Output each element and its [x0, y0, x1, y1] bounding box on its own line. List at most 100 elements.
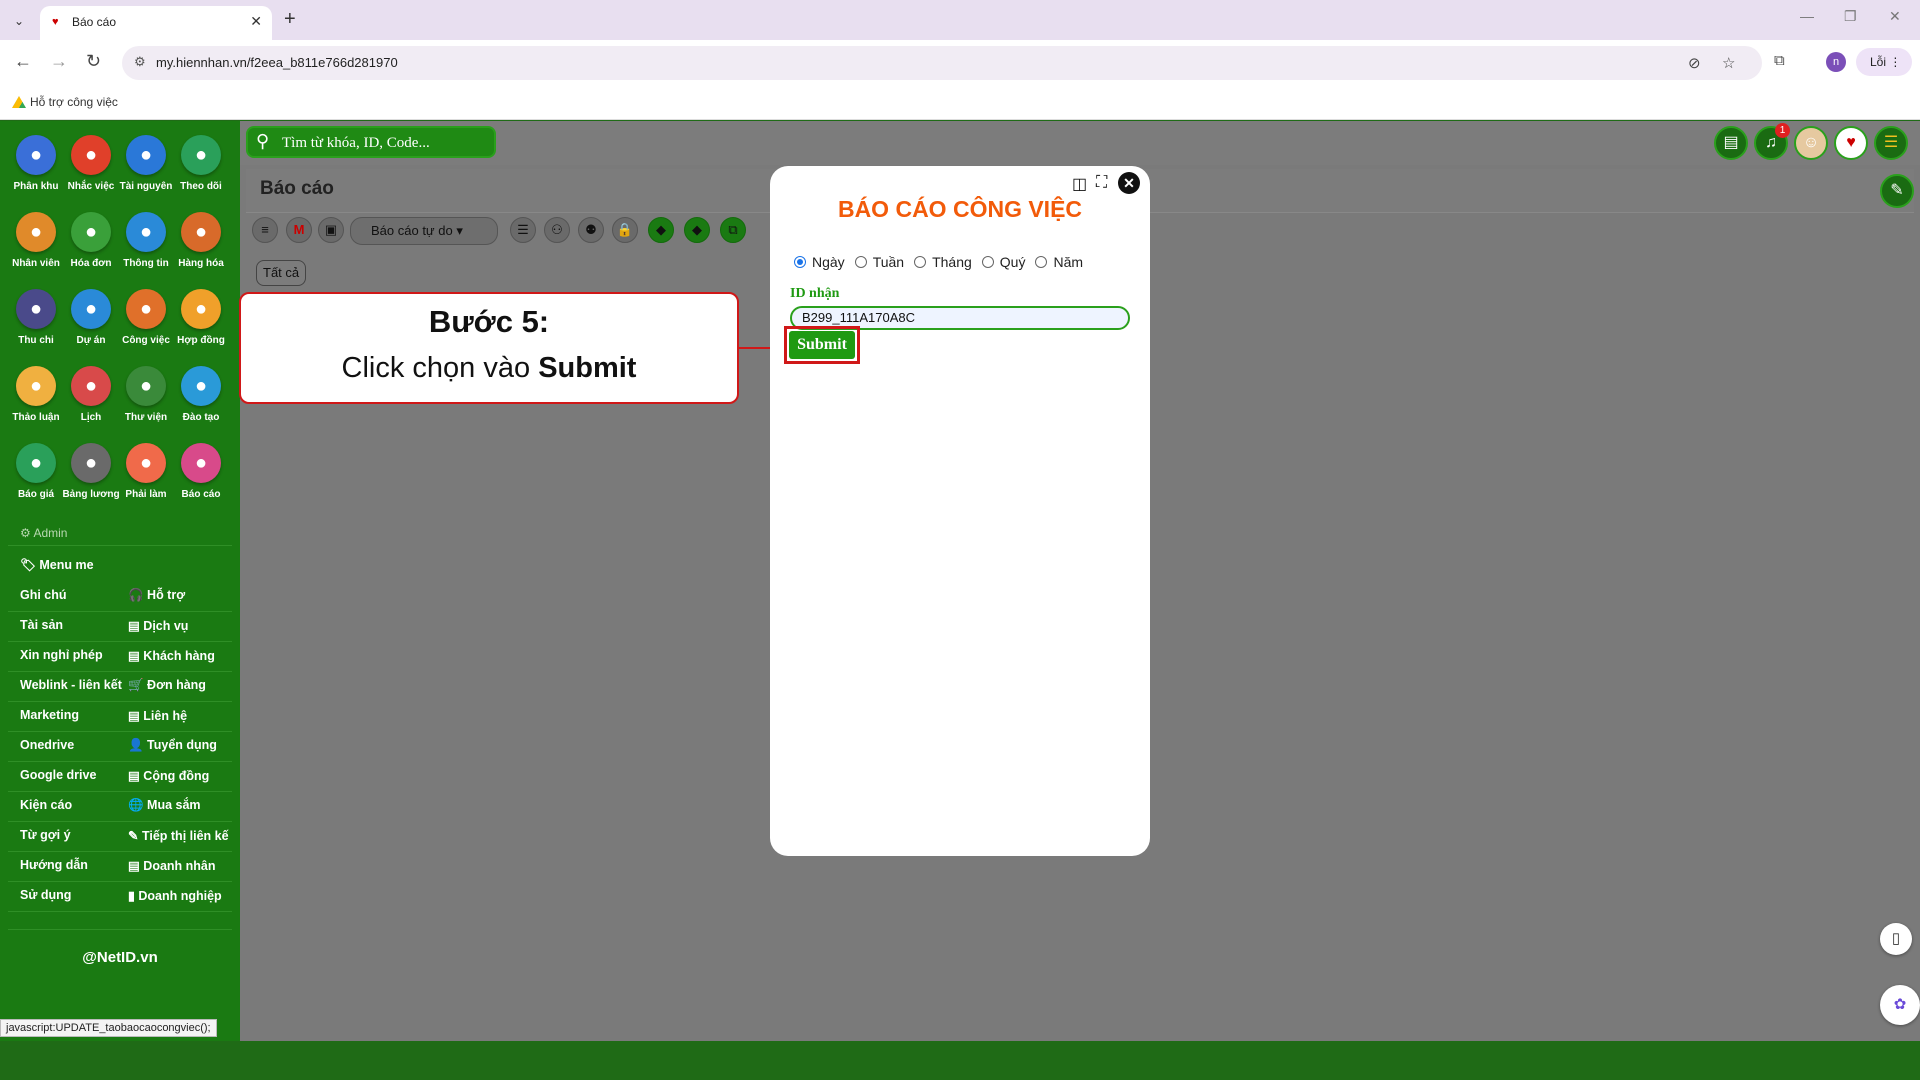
app-shortcut[interactable]: ● Lịch — [63, 366, 119, 442]
url-field[interactable]: ⚙ my.hiennhan.vn/f2eea_b811e766d281970 ⊘… — [122, 46, 1762, 80]
sidebar-item[interactable]: ✎ Tiếp thị liên kế — [128, 828, 229, 843]
store-icon[interactable]: ▤ — [1714, 126, 1748, 160]
app-shortcut[interactable]: ● Hóa đơn — [63, 212, 119, 288]
radio-circle[interactable] — [854, 256, 867, 268]
gmail-icon[interactable]: M — [286, 217, 312, 243]
bell-icon[interactable]: ♫ 1 — [1754, 123, 1790, 160]
restore-icon[interactable]: ❐ — [1844, 8, 1857, 25]
app-shortcut[interactable]: ● Thư viện — [118, 366, 174, 442]
add-folder-icon[interactable]: ▣ — [318, 217, 344, 243]
period-radio[interactable]: Tháng — [914, 254, 972, 270]
sidebar-item[interactable]: Xin nghỉ phép — [20, 648, 103, 662]
hamburger-menu-icon[interactable]: ☰ — [1874, 126, 1908, 160]
radio-circle[interactable] — [1035, 256, 1048, 268]
app-shortcut[interactable]: ● Hàng hóa — [173, 212, 229, 288]
sidebar-item[interactable]: Google drive — [20, 768, 96, 782]
user-add-icon[interactable]: ⚉ — [578, 217, 604, 243]
sidebar-item-icon: ▤ — [128, 709, 144, 723]
sidebar-item[interactable]: Tài sản — [20, 618, 63, 632]
bookmark-star-icon[interactable]: ☆ — [1722, 54, 1735, 72]
lock-icon[interactable]: 🔒 — [612, 217, 638, 243]
browser-tab[interactable]: ♥ Báo cáo ✕ — [40, 6, 272, 40]
list-icon[interactable]: ☰ — [510, 217, 536, 243]
sidebar-item[interactable]: 👤 Tuyển dụng — [128, 738, 217, 753]
sidebar-item[interactable]: 🌐 Mua sắm — [128, 798, 201, 813]
split-view-icon[interactable]: ◫ — [1072, 174, 1087, 194]
report-type-dropdown[interactable]: Báo cáo tự do ▾ — [350, 217, 498, 245]
app-shortcut[interactable]: ● Bảng lương — [62, 443, 120, 519]
error-button[interactable]: Lỗi ⋮ — [1856, 48, 1912, 76]
app-shortcut[interactable]: ● Thông tin — [118, 212, 174, 288]
window-close-icon[interactable]: ✕ — [1889, 8, 1901, 25]
tag-alt-icon[interactable]: ◆ — [684, 217, 710, 243]
eye-off-icon[interactable]: ⊘ — [1688, 54, 1701, 72]
edit-icon[interactable]: ✎ — [1880, 174, 1914, 208]
sidebar-item[interactable]: ▤ Khách hàng — [128, 648, 215, 663]
back-icon[interactable]: ← — [14, 51, 32, 72]
sidebar-item[interactable]: ▤ Dịch vụ — [128, 618, 188, 633]
sidebar-footer[interactable]: @NetID.vn — [0, 949, 240, 966]
app-shortcut[interactable]: ● Theo dõi — [173, 135, 229, 211]
filter-sliders-icon[interactable]: ≡ — [252, 217, 278, 243]
period-radio[interactable]: Quý — [981, 254, 1025, 270]
site-info-icon[interactable]: ⚙ — [134, 54, 146, 70]
assistant-icon[interactable]: ✿ — [1880, 985, 1920, 1025]
app-shortcut[interactable]: ● Phải làm — [118, 443, 174, 519]
fullscreen-icon[interactable]: ⛶ — [1096, 174, 1107, 192]
app-shortcut[interactable]: ● Đào tạo — [173, 366, 229, 442]
app-shortcut[interactable]: ● Thu chi — [8, 289, 64, 365]
period-radio[interactable]: Tuần — [854, 254, 904, 270]
sidebar-item[interactable]: Onedrive — [20, 738, 74, 752]
bookmark-item[interactable]: Hỗ trợ công việc — [12, 95, 118, 109]
sidebar-item[interactable]: 🛒 Đơn hàng — [128, 678, 206, 693]
submit-button[interactable]: Submit — [789, 331, 855, 359]
divider — [8, 881, 232, 882]
tag-icon[interactable]: ◆ — [648, 217, 674, 243]
minimize-icon[interactable]: — — [1800, 8, 1814, 24]
app-shortcut[interactable]: ● Tài nguyên — [118, 135, 174, 211]
sidebar-item[interactable]: Marketing — [20, 708, 79, 722]
app-shortcut[interactable]: ● Báo cáo — [173, 443, 229, 519]
admin-link[interactable]: ⚙ Admin — [20, 526, 67, 540]
sidebar-item[interactable]: Kiện cáo — [20, 798, 72, 812]
sidebar-item[interactable]: ▤ Liên hệ — [128, 708, 187, 723]
tab-close-icon[interactable]: ✕ — [250, 13, 262, 30]
period-radio[interactable]: Năm — [1035, 254, 1083, 270]
forward-icon[interactable]: → — [50, 51, 68, 72]
tab-search-menu-icon[interactable]: ⌄ — [8, 10, 30, 32]
profile-avatar[interactable]: n — [1826, 52, 1846, 72]
app-shortcut[interactable]: ● Nhân viên — [8, 212, 64, 288]
copy-icon[interactable]: ⧉ — [720, 217, 746, 243]
sidebar-item[interactable]: Sử dụng — [20, 888, 71, 902]
sidebar-item[interactable]: Ghi chú — [20, 588, 67, 602]
period-radio[interactable]: Ngày — [794, 254, 845, 270]
app-shortcut[interactable]: ● Công việc — [118, 289, 174, 365]
app-shortcut[interactable]: ● Dự án — [63, 289, 119, 365]
app-shortcut[interactable]: ● Hợp đồng — [173, 289, 229, 365]
radio-circle[interactable] — [981, 256, 994, 268]
user-avatar[interactable]: ☺ — [1794, 126, 1828, 160]
sidebar-item[interactable]: Weblink - liên kết — [20, 678, 122, 692]
app-shortcut[interactable]: ● Thảo luận — [8, 366, 64, 442]
radio-circle[interactable] — [914, 256, 927, 268]
sidebar-item[interactable]: ▤ Cộng đồng — [128, 768, 209, 783]
sidebar-item[interactable]: 🎧 Hỗ trợ — [128, 588, 185, 603]
sidebar-item[interactable]: Từ gợi ý — [20, 828, 71, 842]
app-shortcut[interactable]: ● Nhắc việc — [63, 135, 119, 211]
new-tab-icon[interactable]: + — [284, 8, 296, 31]
radio-circle[interactable] — [794, 256, 806, 268]
sidebar-item[interactable]: Hướng dẫn — [20, 858, 88, 872]
sidebar-item[interactable]: ▮ Doanh nghiệp — [128, 888, 222, 903]
app-shortcut[interactable]: ● Báo giá — [8, 443, 64, 519]
sidebar-item[interactable]: ▤ Doanh nhân — [128, 858, 216, 873]
filter-all-button[interactable]: Tất cả — [256, 260, 307, 286]
menu-me-link[interactable]: 🏷 Menu me — [20, 558, 94, 573]
search-box[interactable]: ⚲ Tìm từ khóa, ID, Code... — [246, 126, 496, 158]
reload-icon[interactable]: ↻ — [86, 51, 101, 72]
reader-mode-icon[interactable]: ▯ — [1880, 923, 1912, 955]
user-settings-icon[interactable]: ⚇ — [544, 217, 570, 243]
brand-logo-icon[interactable]: ♥ — [1834, 126, 1868, 160]
modal-close-icon[interactable]: ✕ — [1118, 172, 1140, 194]
extensions-icon[interactable]: ⧉ — [1774, 52, 1785, 69]
app-shortcut[interactable]: ● Phân khu — [8, 135, 64, 211]
